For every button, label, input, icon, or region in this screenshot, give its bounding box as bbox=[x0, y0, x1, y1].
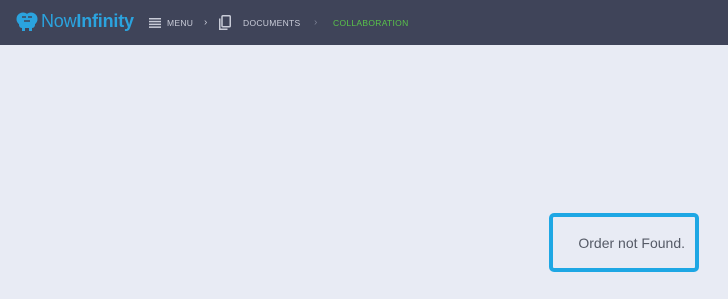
brand-name: NowInfinity bbox=[41, 11, 134, 31]
top-navigation-bar: NowInfinity MENU › DOCUMENTS › COLLABORA… bbox=[0, 0, 728, 45]
breadcrumb-documents[interactable]: DOCUMENTS bbox=[219, 0, 300, 45]
brand-logo[interactable]: NowInfinity bbox=[16, 11, 134, 31]
brain-icon bbox=[16, 12, 38, 31]
breadcrumb-collaboration[interactable]: COLLABORATION bbox=[333, 0, 409, 45]
brand-name-now: Now bbox=[41, 11, 77, 31]
breadcrumb-separator: › bbox=[314, 17, 318, 28]
document-icon bbox=[219, 15, 231, 30]
hamburger-icon bbox=[149, 17, 161, 28]
menu-button[interactable]: MENU bbox=[149, 0, 193, 45]
order-not-found-message: Order not Found. bbox=[549, 213, 699, 272]
menu-label: MENU bbox=[167, 17, 194, 28]
message-text: Order not Found. bbox=[578, 234, 685, 251]
breadcrumb-separator: › bbox=[204, 17, 208, 28]
brand-name-infinity: Infinity bbox=[76, 11, 134, 31]
documents-label: DOCUMENTS bbox=[243, 17, 301, 28]
